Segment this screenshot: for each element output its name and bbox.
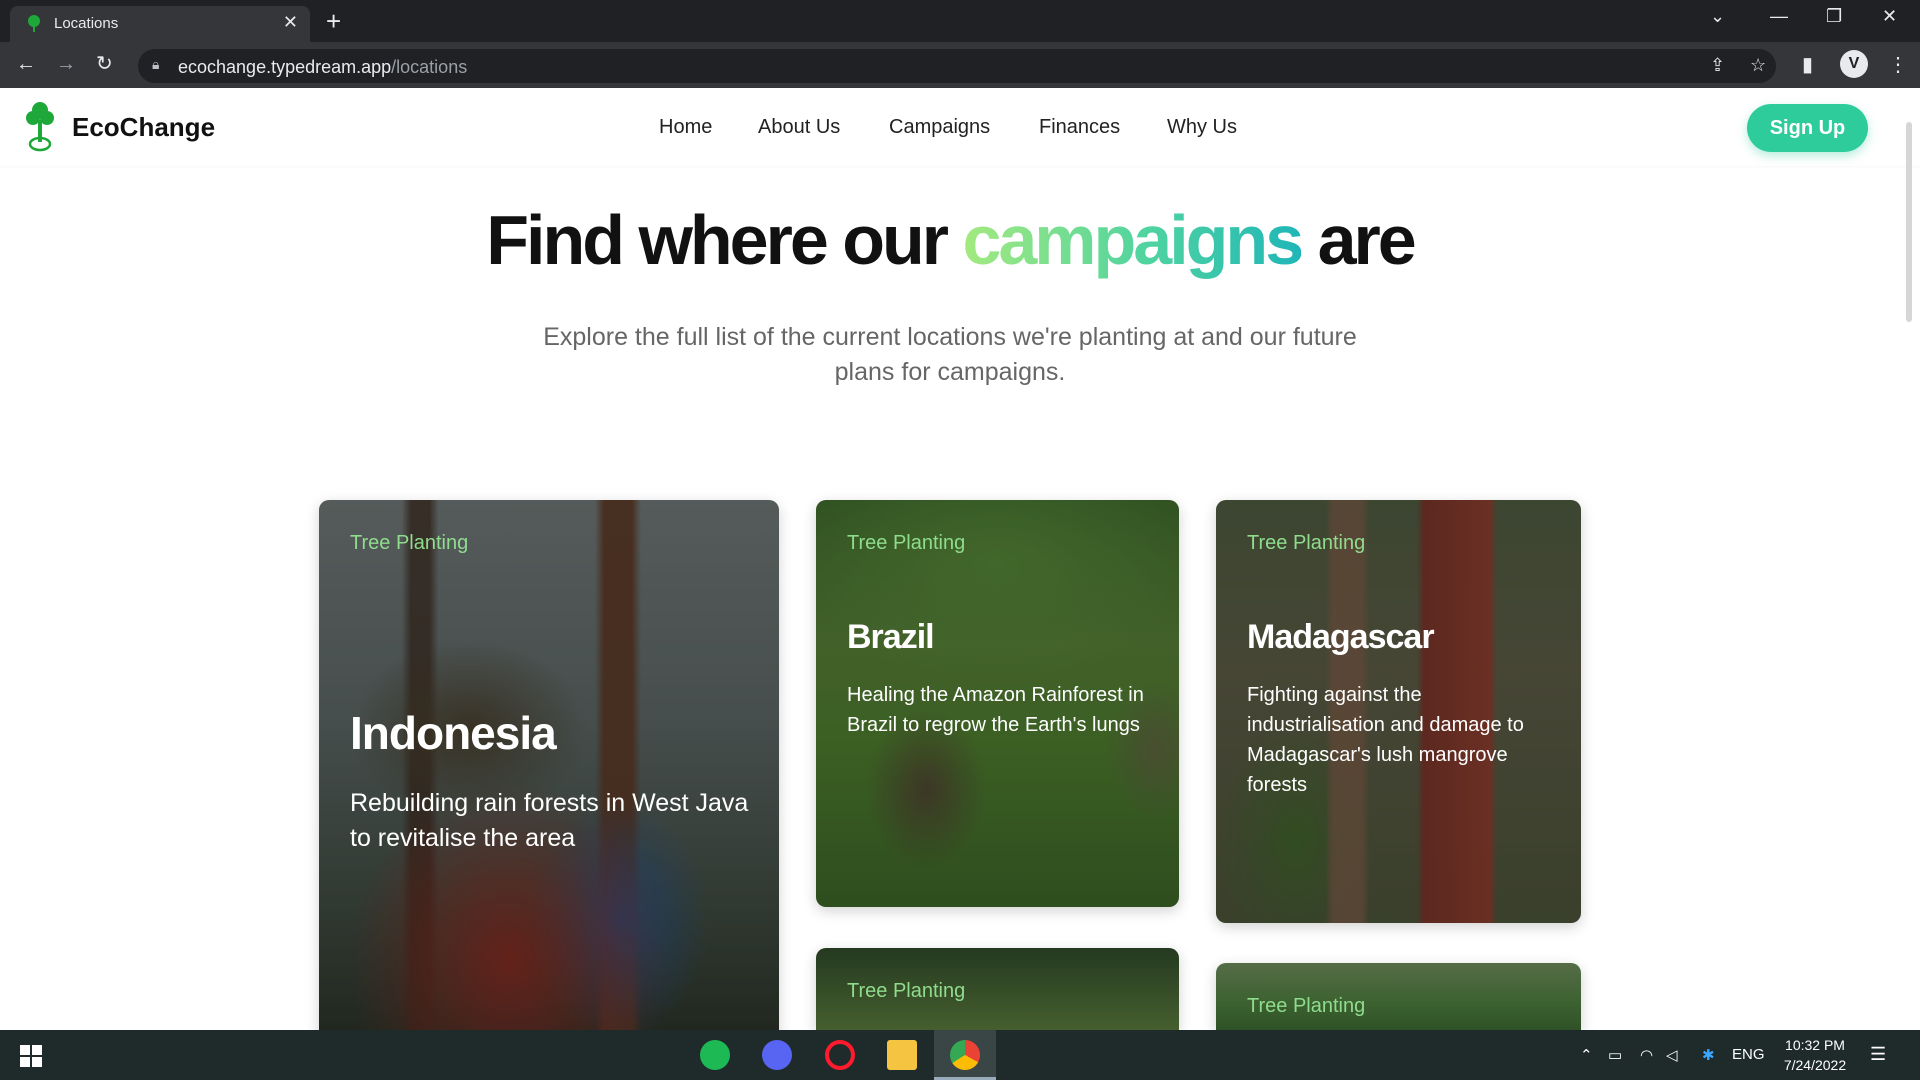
share-icon[interactable]: ⇪ <box>1710 55 1725 76</box>
location-card-brazil[interactable]: Tree Planting Brazil Healing the Amazon … <box>816 500 1179 907</box>
window-close-icon[interactable]: ✕ <box>1882 6 1897 27</box>
browser-toolbar: ← → ↻ 🔒︎ ecochange.typedream.app/locatio… <box>0 42 1920 88</box>
tray-overflow-icon[interactable]: ⌃ <box>1580 1046 1593 1064</box>
chrome-icon[interactable] <box>950 1040 980 1070</box>
language-indicator[interactable]: ENG <box>1732 1046 1765 1063</box>
card-title: Brazil <box>847 618 935 656</box>
tab-close-icon[interactable]: ✕ <box>283 12 298 33</box>
forward-icon[interactable]: → <box>56 52 76 76</box>
card-title: Madagascar <box>1247 618 1435 656</box>
page-subtitle: Explore the full list of the current loc… <box>543 323 1357 386</box>
browser-menu-icon[interactable]: ⋮ <box>1888 52 1908 77</box>
title-text-start: Find where our <box>486 201 963 279</box>
nav-why-us[interactable]: Why Us <box>1167 116 1237 139</box>
volume-icon[interactable]: ◁ <box>1666 1046 1678 1064</box>
discord-icon[interactable] <box>762 1040 792 1070</box>
card-tag: Tree Planting <box>847 532 966 554</box>
location-card-partial[interactable]: Tree Planting <box>1216 963 1581 1030</box>
lock-icon: 🔒︎ <box>152 56 160 72</box>
browser-tab[interactable]: Locations ✕ <box>10 6 310 42</box>
clock-time: 10:32 PM <box>1785 1037 1845 1053</box>
nav-about-us[interactable]: About Us <box>758 116 840 139</box>
minimize-icon[interactable]: — <box>1770 6 1788 27</box>
location-card-indonesia[interactable]: Tree Planting Indonesia Rebuilding rain … <box>319 500 779 1040</box>
windows-taskbar: ⌃ ▭ ◠ ◁ ✱ ENG 10:32 PM 7/24/2022 ☰ <box>0 1030 1920 1080</box>
back-icon[interactable]: ← <box>16 52 36 76</box>
card-description: Rebuilding rain forests in West Java to … <box>350 789 749 852</box>
notifications-icon[interactable]: ☰ <box>1870 1044 1886 1065</box>
card-tag: Tree Planting <box>1247 995 1366 1017</box>
tab-search-icon[interactable]: ⌄ <box>1710 6 1725 27</box>
profile-avatar[interactable]: V <box>1840 50 1868 78</box>
nav-campaigns[interactable]: Campaigns <box>889 116 990 139</box>
card-tag: Tree Planting <box>1247 532 1366 554</box>
title-text-end: are <box>1301 201 1417 279</box>
windows-start-icon[interactable] <box>20 1045 42 1067</box>
location-card-partial[interactable]: Tree Planting <box>816 948 1179 1030</box>
card-description: Healing the Amazon Rainforest in Brazil … <box>847 684 1144 736</box>
nav-finances[interactable]: Finances <box>1039 116 1120 139</box>
battery-icon[interactable]: ▭ <box>1608 1046 1622 1064</box>
wifi-icon[interactable]: ◠ <box>1640 1046 1653 1064</box>
url-text: ecochange.typedream.app/locations <box>178 57 468 77</box>
card-description: Fighting against the industrialisation a… <box>1247 684 1524 796</box>
browser-tab-strip: Locations ✕ + ⌄ — ❐ ✕ <box>0 0 1920 42</box>
page-scrollbar[interactable] <box>1906 122 1912 322</box>
restore-icon[interactable]: ❐ <box>1826 6 1842 27</box>
new-tab-icon[interactable]: + <box>326 6 341 36</box>
eco-tree-logo-icon[interactable] <box>22 100 58 152</box>
reload-icon[interactable]: ↻ <box>96 52 113 76</box>
card-tag: Tree Planting <box>847 980 966 1002</box>
site-header: EcoChange Home About Us Campaigns Financ… <box>0 88 1920 166</box>
title-highlight: campaigns <box>962 201 1304 279</box>
spotify-icon[interactable] <box>700 1040 730 1070</box>
address-bar[interactable]: 🔒︎ ecochange.typedream.app/locations ⇪ ☆ <box>138 49 1776 83</box>
clock-date: 7/24/2022 <box>1783 1057 1847 1073</box>
page-title: Find where our campaigns are <box>0 200 1900 280</box>
eco-tree-favicon-icon <box>28 15 40 32</box>
bookmark-star-icon[interactable]: ☆ <box>1750 55 1766 76</box>
bluetooth-icon[interactable]: ✱ <box>1702 1046 1715 1064</box>
file-explorer-icon[interactable] <box>887 1040 917 1070</box>
clock[interactable]: 10:32 PM 7/24/2022 <box>1770 1035 1860 1075</box>
tab-title: Locations <box>54 15 119 32</box>
sign-up-button[interactable]: Sign Up <box>1747 104 1868 152</box>
location-card-madagascar[interactable]: Tree Planting Madagascar Fighting agains… <box>1216 500 1581 923</box>
opera-icon[interactable] <box>825 1040 855 1070</box>
side-panel-icon[interactable]: ▮ <box>1802 52 1813 77</box>
nav-home[interactable]: Home <box>659 116 712 139</box>
card-tag: Tree Planting <box>350 532 469 554</box>
card-title: Indonesia <box>350 707 557 759</box>
brand-name[interactable]: EcoChange <box>72 112 215 143</box>
